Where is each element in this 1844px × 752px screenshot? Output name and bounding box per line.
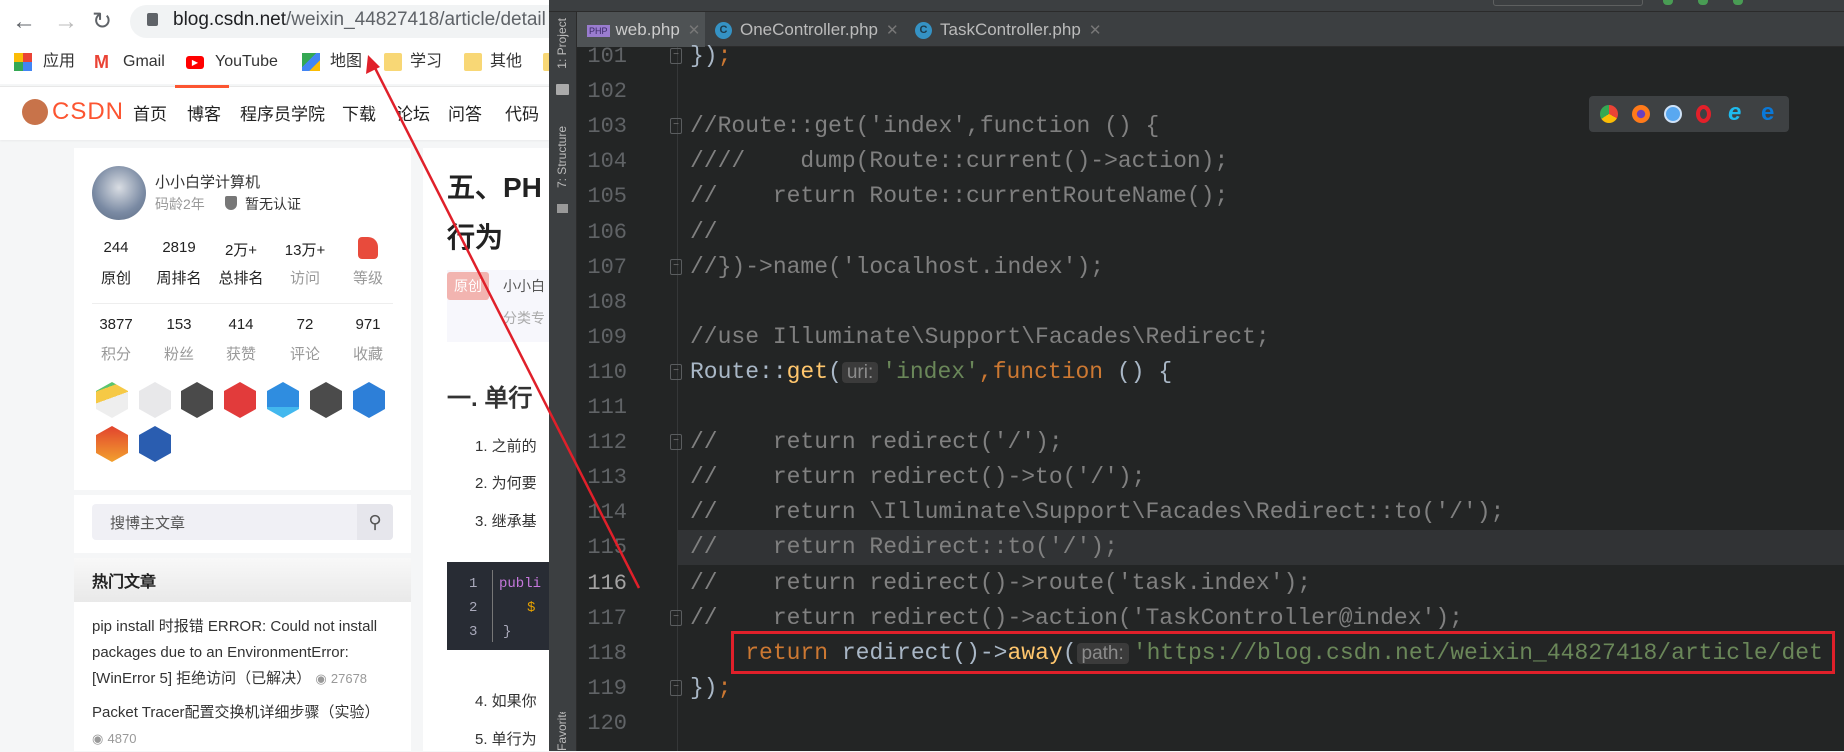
annotation-arrow xyxy=(366,55,641,589)
arrow-line xyxy=(370,61,641,589)
